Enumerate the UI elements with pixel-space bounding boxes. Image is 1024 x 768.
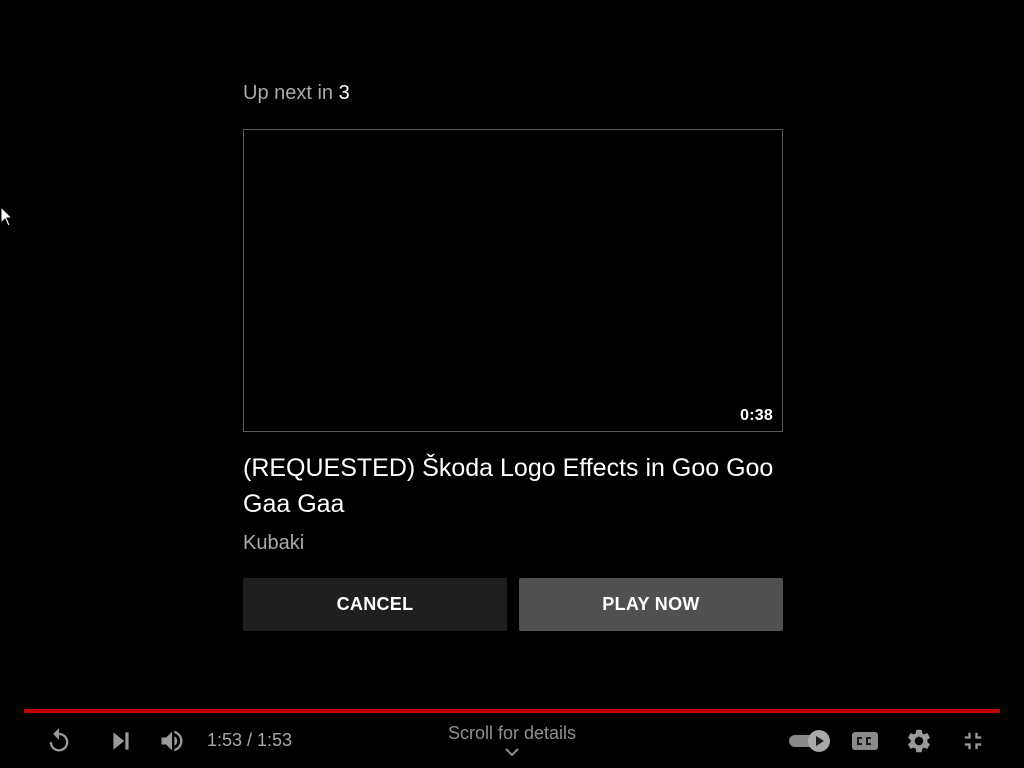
- autoplay-toggle[interactable]: [786, 728, 834, 754]
- up-next-countdown: 3: [338, 82, 350, 104]
- player-controls: 1:53 / 1:53 Scroll for details: [0, 716, 1024, 768]
- exit-fullscreen-button[interactable]: [957, 726, 989, 756]
- scroll-for-details-hint[interactable]: Scroll for details: [412, 723, 612, 744]
- autoplay-toggle-icon: [789, 730, 830, 752]
- chevron-down-icon: [505, 748, 519, 757]
- time-display: 1:53 / 1:53: [207, 730, 293, 750]
- progress-bar-fill: [24, 709, 1000, 713]
- next-icon: [113, 732, 129, 750]
- cancel-button[interactable]: CANCEL: [243, 578, 507, 631]
- up-next-thumbnail[interactable]: 0:38: [243, 129, 783, 432]
- video-duration-badge: 0:38: [740, 407, 773, 424]
- play-now-button[interactable]: PLAY NOW: [519, 578, 783, 631]
- replay-button[interactable]: [44, 726, 74, 756]
- captions-button[interactable]: [849, 726, 881, 756]
- up-next-channel-name: Kubaki: [243, 532, 305, 554]
- settings-button[interactable]: [903, 726, 935, 756]
- up-next-video-title[interactable]: (REQUESTED) Škoda Logo Effects in Goo Go…: [243, 450, 783, 522]
- captions-icon: [852, 732, 878, 750]
- up-next-prefix: Up next in: [243, 82, 334, 104]
- mouse-pointer-icon: [0, 206, 14, 227]
- replay-icon: [49, 728, 69, 752]
- volume-icon: [161, 730, 183, 752]
- gear-icon: [908, 729, 930, 753]
- video-player[interactable]: Up next in 3 0:38 (REQUESTED) Škoda Logo…: [0, 0, 1024, 768]
- mute-button[interactable]: [157, 726, 187, 756]
- next-button[interactable]: [106, 726, 136, 756]
- up-next-header: Up next in 3: [243, 82, 350, 105]
- progress-bar[interactable]: [24, 709, 1000, 713]
- exit-fullscreen-icon: [964, 732, 982, 750]
